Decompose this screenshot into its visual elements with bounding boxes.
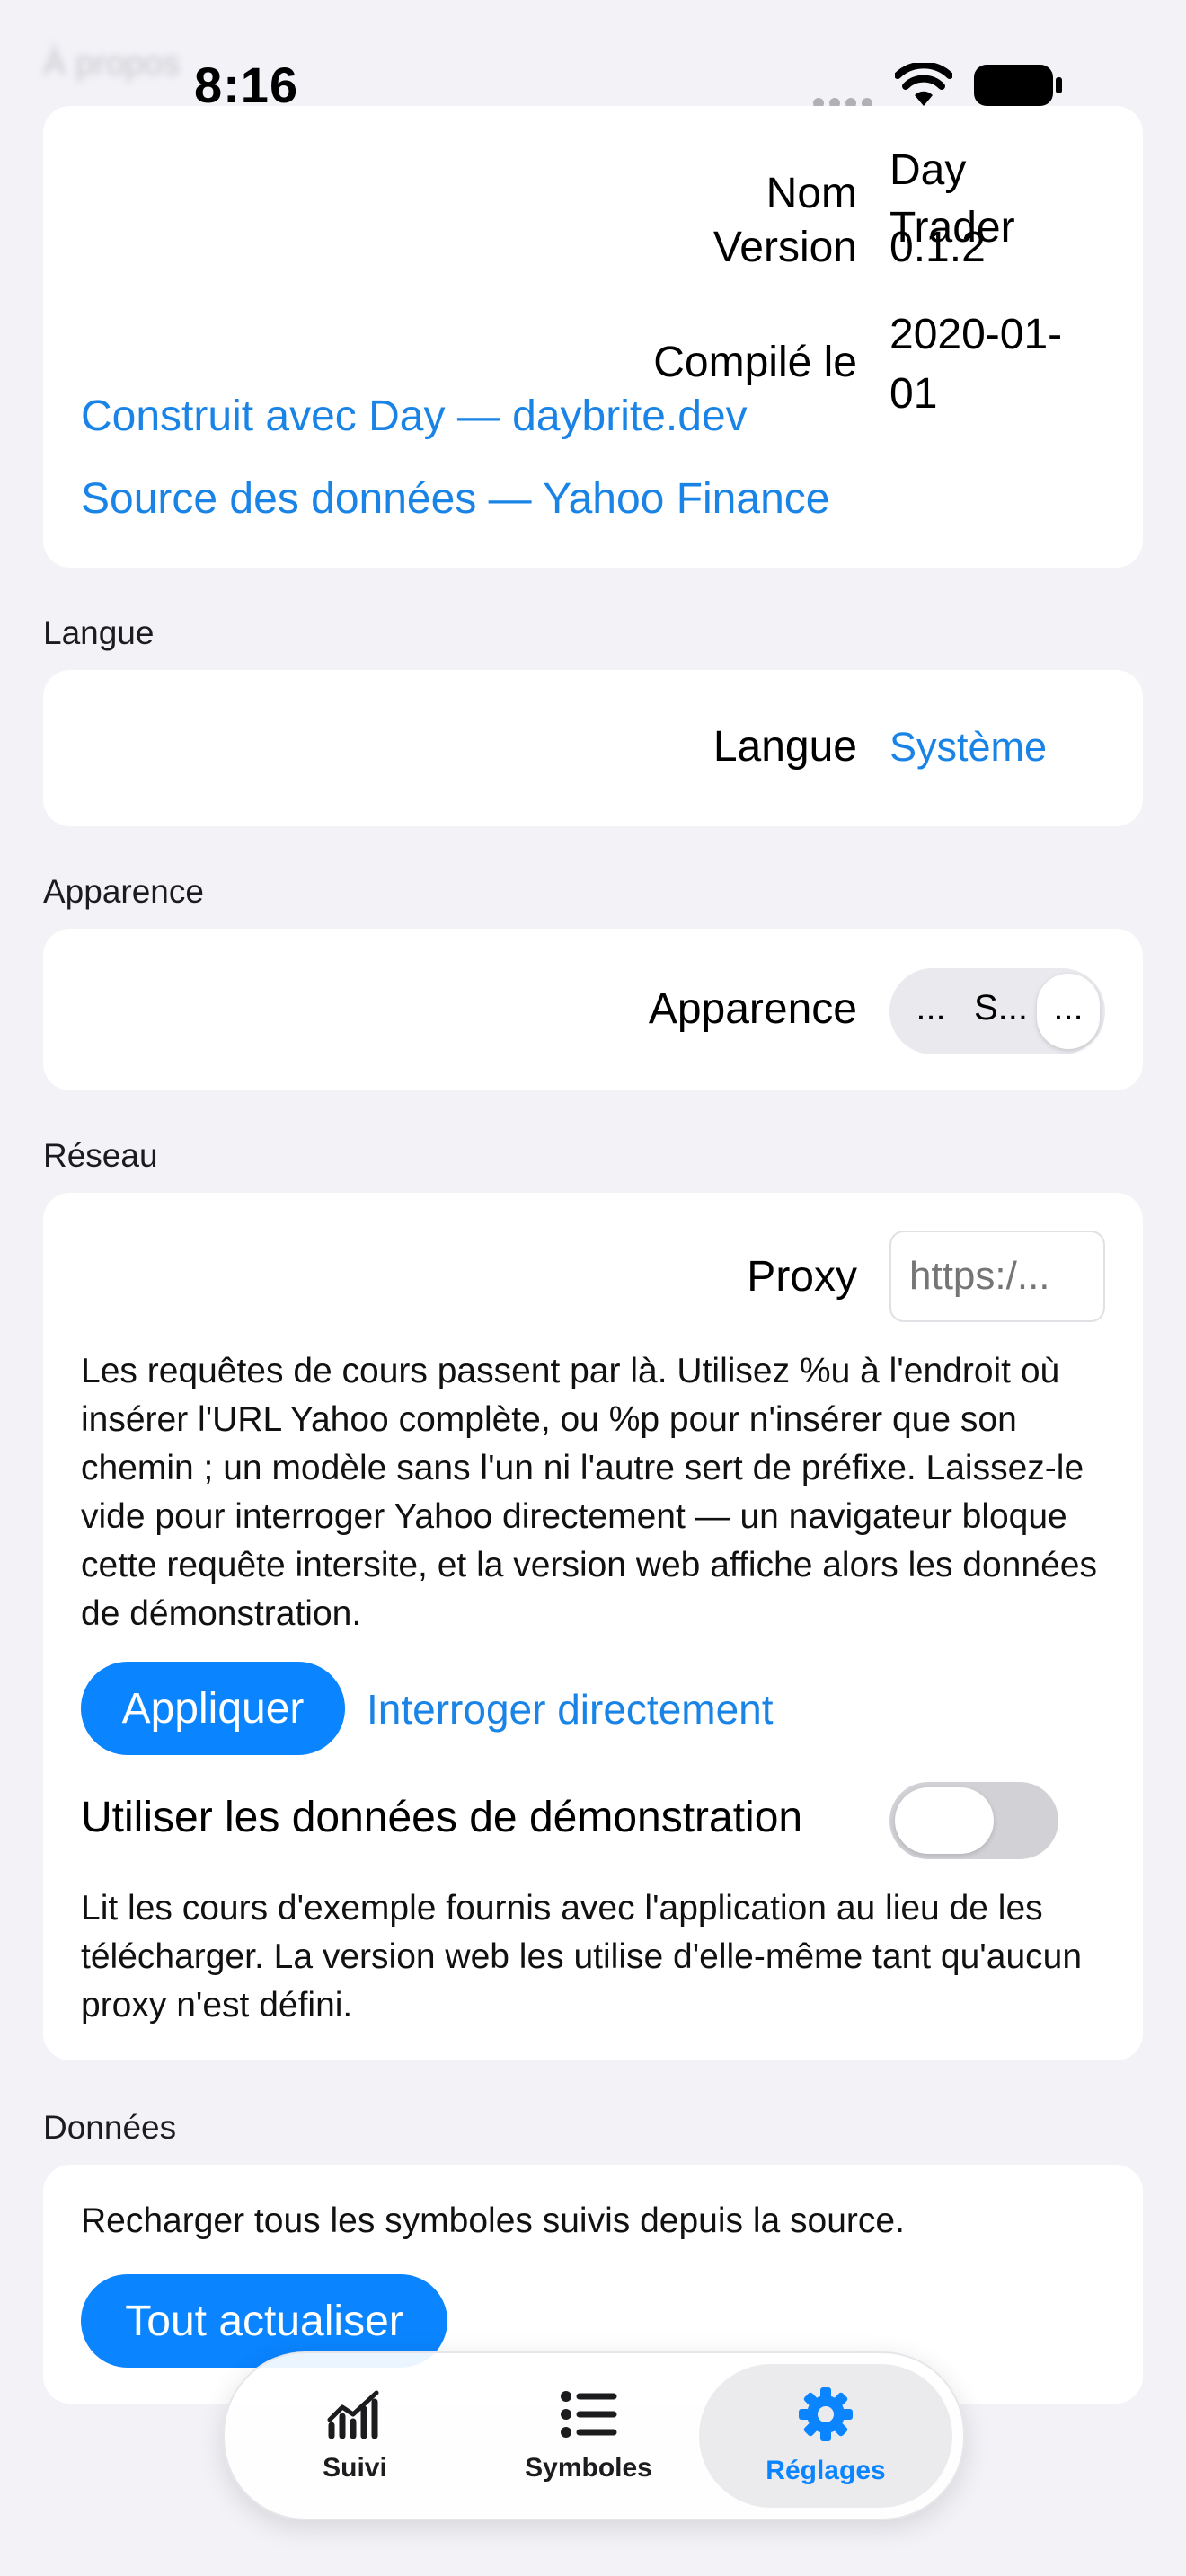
name-value-line1: Day	[890, 146, 967, 194]
compiled-value: 2020-01- 01	[890, 305, 1062, 424]
compiled-value-line1: 2020-01-	[890, 311, 1063, 358]
appearance-label: Apparence	[648, 985, 857, 1033]
data-description: Recharger tous les symboles suivis depui…	[81, 2201, 905, 2240]
network-card: Proxy Les requêtes de cours passent par …	[43, 1193, 1143, 2060]
compiled-value-line2: 01	[890, 370, 938, 418]
demo-data-toggle-knob	[895, 1787, 994, 1854]
demo-data-label: Utiliser les données de démonstration	[81, 1794, 803, 1841]
tab-reglages-label: Réglages	[766, 2455, 886, 2485]
tab-reglages[interactable]: Réglages	[699, 2364, 952, 2508]
language-value[interactable]: Système	[890, 724, 1047, 771]
about-card: Nom Day Trader Version 0.1.2 Compilé le …	[43, 106, 1143, 568]
language-card[interactable]: Langue Système	[43, 670, 1143, 826]
version-label: Version	[712, 224, 857, 271]
compiled-label: Compilé le	[653, 339, 857, 386]
proxy-label: Proxy	[747, 1253, 857, 1301]
appearance-card: Apparence ... S... ...	[43, 929, 1143, 1090]
appearance-segment-2[interactable]: S...	[965, 988, 1037, 1028]
tab-symboles-label: Symboles	[525, 2452, 652, 2483]
gear-icon	[798, 2386, 854, 2447]
language-section-title: Langue	[43, 614, 155, 651]
battery-icon	[974, 65, 1064, 110]
apply-button[interactable]: Appliquer	[81, 1662, 345, 1755]
network-section-title: Réseau	[43, 1137, 158, 1174]
appearance-segment-3-label: ...	[1053, 988, 1084, 1028]
chart-icon	[326, 2389, 384, 2444]
appearance-segmented-control[interactable]: ... S... ...	[890, 968, 1105, 1054]
tab-bar: Suivi Symboles Réglages	[223, 2351, 965, 2520]
demo-data-description: Lit les cours d'exemple fournis avec l'a…	[81, 1889, 1083, 2025]
version-value: 0.1.2	[890, 224, 986, 271]
tab-suivi[interactable]: Suivi	[252, 2364, 458, 2508]
proxy-input[interactable]	[890, 1231, 1105, 1322]
data-source-link[interactable]: Source des données — Yahoo Finance	[81, 474, 829, 524]
tab-symboles[interactable]: Symboles	[485, 2364, 692, 2508]
direct-query-button[interactable]: Interroger directement	[367, 1685, 774, 1734]
language-label: Langue	[712, 723, 857, 771]
wifi-icon	[894, 61, 953, 112]
tab-suivi-label: Suivi	[323, 2452, 387, 2483]
data-section-title: Données	[43, 2109, 177, 2146]
appearance-segment-1[interactable]: ...	[904, 988, 958, 1028]
demo-data-toggle[interactable]	[890, 1782, 1058, 1859]
list-icon	[560, 2389, 617, 2444]
built-with-link[interactable]: Construit avec Day — daybrite.dev	[81, 392, 748, 441]
name-label: Nom	[766, 170, 857, 217]
appearance-segment-3-selected[interactable]: ...	[1037, 974, 1100, 1049]
proxy-description: Les requêtes de cours passent par là. Ut…	[81, 1352, 1097, 1633]
appearance-section-title: Apparence	[43, 873, 204, 910]
